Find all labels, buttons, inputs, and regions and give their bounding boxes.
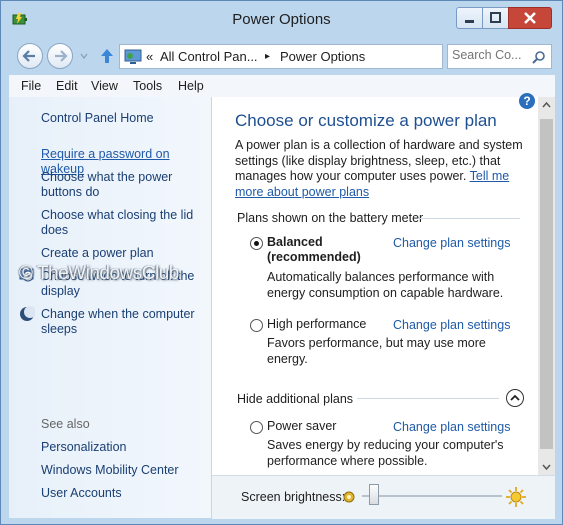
help-icon[interactable]: ? [519, 93, 535, 109]
control-panel-icon [124, 49, 142, 64]
watermark: © TheWindowsClub [19, 263, 179, 284]
forward-button[interactable] [47, 43, 73, 69]
power-options-window: Power Options « All Control Pan... ▸ Pow… [0, 0, 563, 525]
maximize-icon [490, 12, 501, 23]
breadcrumb-arrow[interactable]: ▸ [265, 51, 270, 62]
screen-brightness-label: Screen brightness: [241, 490, 346, 504]
scrollbar-thumb[interactable] [540, 119, 553, 449]
menu-file[interactable]: File [21, 79, 41, 93]
scroll-down-icon[interactable] [538, 458, 555, 475]
search-box[interactable] [447, 44, 552, 69]
title-bar[interactable]: Power Options [1, 1, 562, 37]
battery-meter-section-heading: Plans shown on the battery meter [237, 211, 424, 225]
plan-name-power-saver: Power saver [267, 419, 337, 433]
minimize-button[interactable] [456, 7, 483, 29]
navigation-bar: « All Control Pan... ▸ Power Options [11, 43, 556, 71]
page-title: Choose or customize a power plan [235, 111, 497, 130]
search-input[interactable] [452, 48, 526, 62]
plan-name-high-performance: High performance [267, 317, 367, 331]
see-also-heading: See also [41, 417, 90, 431]
minimize-icon [465, 20, 474, 23]
scroll-up-icon[interactable] [538, 97, 555, 114]
dim-sun-icon [343, 491, 355, 503]
close-button[interactable] [508, 7, 552, 29]
search-icon[interactable] [532, 50, 546, 64]
see-also-windows-mobility-center[interactable]: Windows Mobility Center [41, 463, 179, 478]
plan-desc-balanced: Automatically balances performance with … [267, 270, 504, 300]
back-arrow-icon [22, 50, 35, 62]
menu-tools[interactable]: Tools [133, 79, 162, 93]
sidebar-item-power-buttons[interactable]: Choose what the power buttons do [41, 170, 181, 200]
bright-sun-icon [506, 487, 526, 507]
menu-edit[interactable]: Edit [56, 79, 78, 93]
recent-pages-chevron-icon[interactable] [79, 51, 89, 61]
change-plan-settings-balanced[interactable]: Change plan settings [393, 236, 510, 250]
change-plan-settings-high-performance[interactable]: Change plan settings [393, 318, 510, 332]
sidebar-item-computer-sleeps[interactable]: Change when the computer sleeps [41, 307, 201, 337]
plan-desc-high-performance: Favors performance, but may use more ene… [267, 336, 486, 366]
collapse-plans-button[interactable] [506, 389, 524, 407]
hide-additional-plans-heading: Hide additional plans [237, 392, 354, 406]
plan-name-balanced: Balanced (recommended) [267, 235, 361, 264]
moon-icon [20, 306, 35, 321]
breadcrumb-power-options[interactable]: Power Options [280, 49, 365, 64]
balanced-radio[interactable] [250, 237, 263, 250]
power-saver-radio[interactable] [250, 421, 263, 434]
high-performance-radio[interactable] [250, 319, 263, 332]
sidebar: Control Panel Home Require a password on… [9, 97, 212, 518]
chevron-up-icon [510, 394, 520, 401]
brightness-slider-track[interactable] [362, 495, 502, 497]
forward-arrow-icon [55, 50, 68, 62]
section-divider [418, 218, 520, 219]
sidebar-item-create-plan[interactable]: Create a power plan [41, 246, 154, 261]
brightness-slider-thumb[interactable] [368, 484, 379, 505]
up-arrow-icon[interactable] [99, 47, 115, 65]
see-also-personalization[interactable]: Personalization [41, 440, 126, 455]
section-divider [357, 398, 499, 399]
main-content: Choose or customize a power plan A power… [212, 97, 538, 475]
menu-bar: File Edit View Tools Help [9, 75, 555, 98]
plan-desc-power-saver: Saves energy by reducing your computer's… [267, 438, 504, 468]
maximize-button[interactable] [482, 7, 509, 29]
sidebar-control-panel-home[interactable]: Control Panel Home [41, 111, 154, 126]
breadcrumb-all-control-panel[interactable]: All Control Pan... [160, 49, 258, 64]
back-button[interactable] [17, 43, 43, 69]
see-also-user-accounts[interactable]: User Accounts [41, 486, 122, 501]
change-plan-settings-power-saver[interactable]: Change plan settings [393, 420, 510, 434]
page-description: A power plan is a collection of hardware… [235, 138, 525, 200]
menu-view[interactable]: View [91, 79, 118, 93]
close-icon [524, 12, 536, 24]
address-bar[interactable]: « All Control Pan... ▸ Power Options [119, 44, 536, 69]
brightness-bar: Screen brightness: [212, 475, 555, 519]
breadcrumb-separator: « [146, 49, 154, 64]
sidebar-item-closing-lid[interactable]: Choose what closing the lid does [41, 208, 201, 238]
menu-help[interactable]: Help [178, 79, 204, 93]
vertical-scrollbar[interactable] [538, 97, 555, 475]
